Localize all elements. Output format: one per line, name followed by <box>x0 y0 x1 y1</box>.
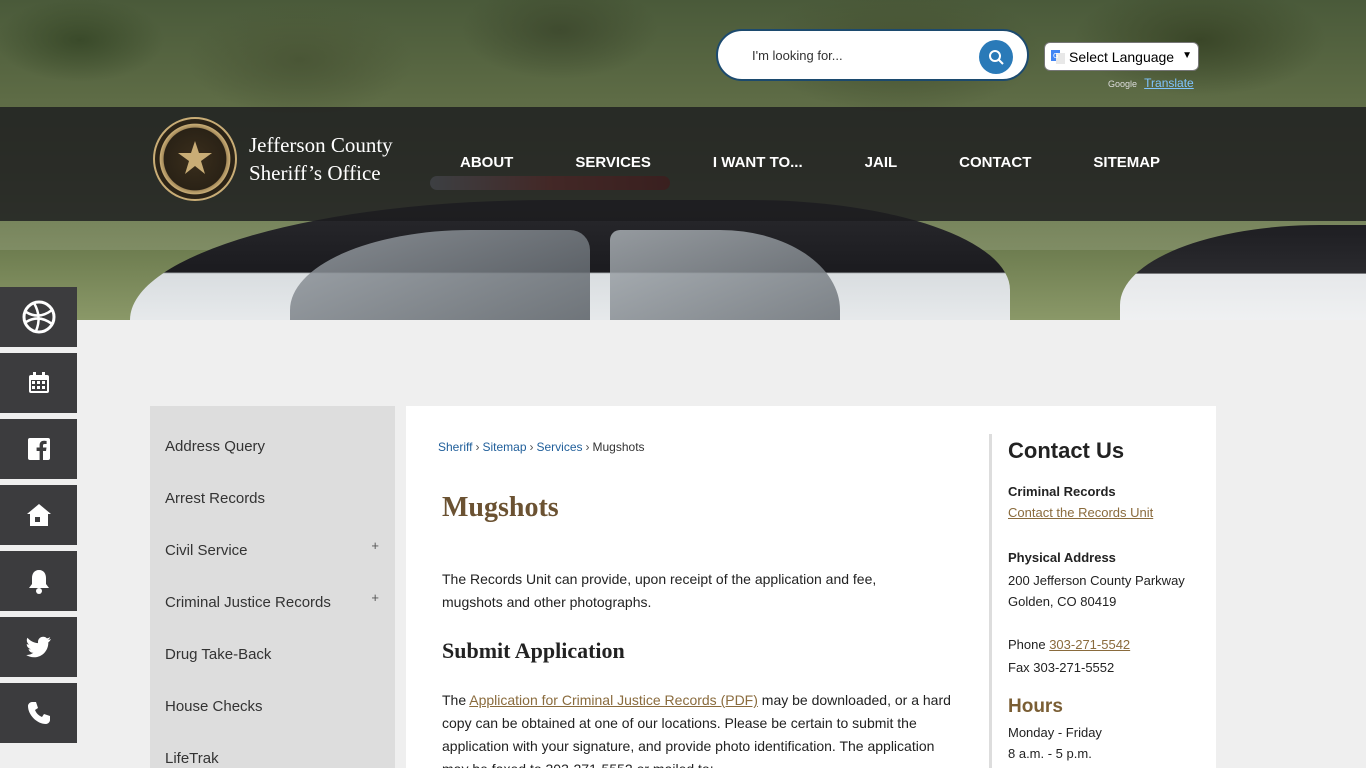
calendar-icon <box>28 372 49 393</box>
sidebar-nav: Address Query Arrest Records Civil Servi… <box>150 406 395 768</box>
sidebar-item-label: Civil Service <box>165 541 248 559</box>
address-line2: Golden, CO 80419 <box>1008 594 1117 609</box>
breadcrumb-sitemap[interactable]: Sitemap <box>482 440 526 454</box>
fax-line: Fax 303-271-5552 <box>1008 660 1115 675</box>
application-pdf-link[interactable]: Application for Criminal Justice Records… <box>469 692 758 708</box>
phone-link[interactable]: 303-271-5542 <box>1049 637 1130 652</box>
sidebar-item-lifetrak[interactable]: LifeTrak <box>150 732 395 768</box>
nav-contact[interactable]: CONTACT <box>959 150 1031 178</box>
sidebar-item-label: Criminal Justice Records <box>165 593 331 611</box>
breadcrumb-separator: › <box>529 440 534 454</box>
google-translate-icon: G <box>1051 49 1065 64</box>
search-button[interactable] <box>979 40 1013 74</box>
contact-title: Contact Us <box>1008 438 1125 463</box>
sidebar-item-label: Arrest Records <box>165 489 266 507</box>
phone-icon <box>27 702 50 724</box>
translate-link[interactable]: Translate <box>1144 76 1194 90</box>
contact-records-link[interactable]: Contact the Records Unit <box>1008 505 1153 520</box>
sidebar-item-house-checks[interactable]: House Checks <box>150 680 395 732</box>
star-badge-icon <box>178 141 212 174</box>
quick-links-bar <box>0 287 77 749</box>
site-title-line2: Sheriff’s Office <box>249 161 381 185</box>
main-nav: ABOUT SERVICES I WANT TO... JAIL CONTACT… <box>460 150 1160 178</box>
quick-link-alerts[interactable] <box>0 551 77 611</box>
hours-days: Monday - Friday <box>1008 725 1102 740</box>
sidebar-item-label: LifeTrak <box>165 749 219 767</box>
search-box <box>716 29 1029 81</box>
bell-icon <box>28 570 49 594</box>
quick-link-globe[interactable] <box>0 287 77 347</box>
sidebar-item-criminal-justice-records[interactable]: Criminal Justice Records + <box>150 576 395 628</box>
address-label: Physical Address <box>1008 550 1116 565</box>
breadcrumb-services[interactable]: Services <box>537 440 583 454</box>
sheriff-seal-logo[interactable] <box>153 117 237 201</box>
sidebar-item-label: House Checks <box>165 697 263 715</box>
sidebar-item-civil-service[interactable]: Civil Service + <box>150 524 395 576</box>
main-content: Sheriff › Sitemap › Services › Mugshots Mugsho… <box>406 406 1216 768</box>
breadcrumb-sheriff[interactable]: Sheriff <box>438 440 472 454</box>
expand-plus-icon[interactable]: + <box>371 590 379 605</box>
svg-text:G: G <box>1053 52 1058 60</box>
site-title[interactable]: Jefferson County Sheriff’s Office <box>249 131 393 187</box>
column-divider <box>989 434 992 768</box>
quick-link-home[interactable] <box>0 485 77 545</box>
breadcrumb: Sheriff › Sitemap › Services › Mugshots <box>438 440 645 454</box>
nav-jail[interactable]: JAIL <box>865 150 898 178</box>
contact-panel: Contact Us Criminal Records Contact the … <box>1008 438 1208 764</box>
nav-about[interactable]: ABOUT <box>460 150 513 178</box>
chevron-down-icon: ▼ <box>1182 50 1192 61</box>
sidebar-item-label: Drug Take-Back <box>165 645 272 663</box>
google-logo: Google <box>1108 79 1138 89</box>
language-select-label: Select Language <box>1069 48 1175 65</box>
phone-line: Phone 303-271-5542 <box>1008 637 1131 652</box>
hours-time: 8 a.m. - 5 p.m. <box>1008 746 1092 761</box>
sidebar-item-address-query[interactable]: Address Query <box>150 420 395 472</box>
facebook-icon <box>27 438 50 460</box>
expand-plus-icon[interactable]: + <box>371 538 379 553</box>
nav-services[interactable]: SERVICES <box>575 150 651 178</box>
breadcrumb-separator: › <box>475 440 480 454</box>
sidebar-item-label: Address Query <box>165 437 266 455</box>
section-heading: Submit Application <box>442 638 625 663</box>
site-title-line1: Jefferson County <box>249 133 393 157</box>
dept-label: Criminal Records <box>1008 484 1116 499</box>
breadcrumb-current: Mugshots <box>592 440 645 454</box>
globe-icon <box>22 300 55 334</box>
sidebar-item-arrest-records[interactable]: Arrest Records <box>150 472 395 524</box>
address-line1: 200 Jefferson County Parkway <box>1008 573 1185 588</box>
breadcrumb-separator: › <box>585 440 590 454</box>
intro-text: The Records Unit can provide, upon recei… <box>442 571 877 610</box>
search-icon <box>989 50 1004 65</box>
application-text: The Application for Criminal Justice Rec… <box>442 692 951 768</box>
language-select[interactable]: G Select Language ▼ <box>1044 42 1199 71</box>
house-icon <box>26 504 51 526</box>
nav-sitemap[interactable]: SITEMAP <box>1093 150 1160 178</box>
hours-title: Hours <box>1008 696 1063 717</box>
search-input[interactable] <box>752 47 972 63</box>
quick-link-phone[interactable] <box>0 683 77 743</box>
quick-link-calendar[interactable] <box>0 353 77 413</box>
sidebar-item-drug-take-back[interactable]: Drug Take-Back <box>150 628 395 680</box>
twitter-icon <box>25 636 51 658</box>
google-translate-credit: Google Translate <box>1108 76 1194 90</box>
quick-link-facebook[interactable] <box>0 419 77 479</box>
quick-link-twitter[interactable] <box>0 617 77 677</box>
page-title: Mugshots <box>442 492 559 523</box>
nav-i-want-to[interactable]: I WANT TO... <box>713 150 803 178</box>
